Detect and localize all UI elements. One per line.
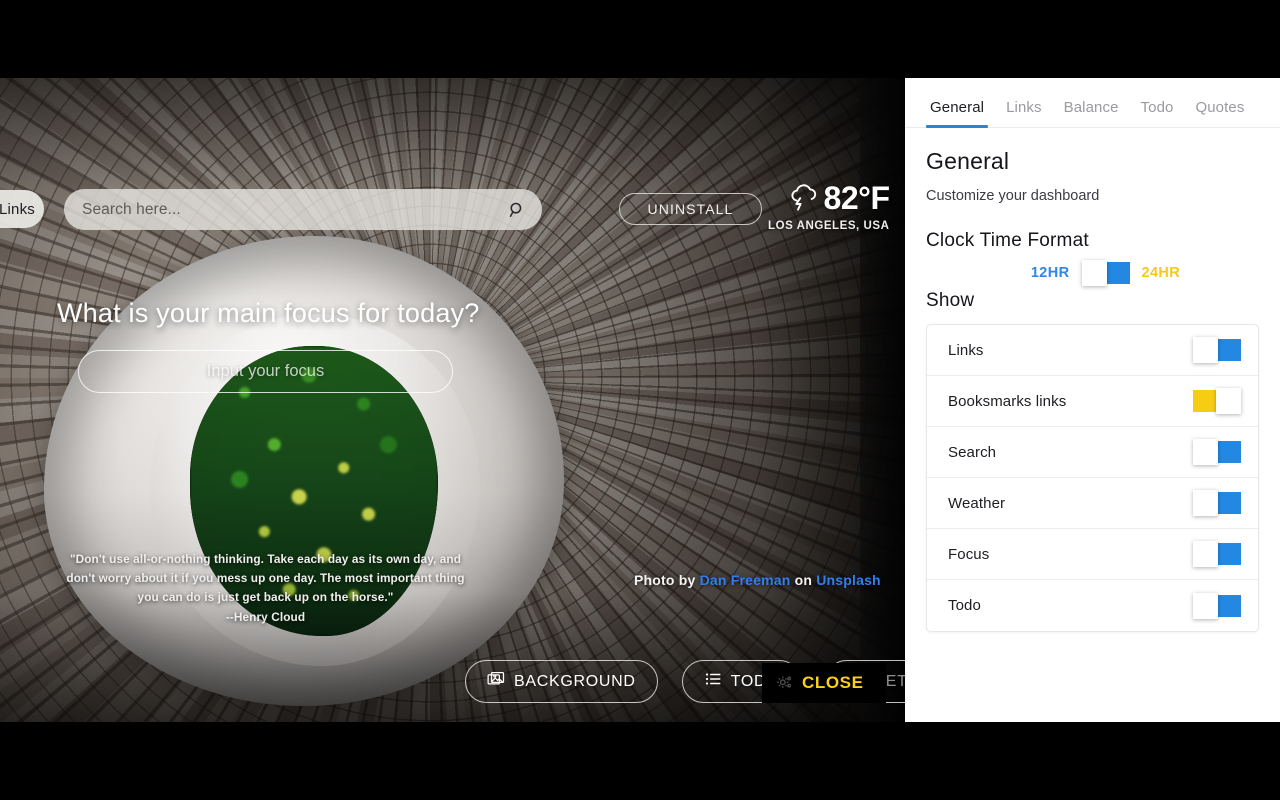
settings-panel-body: General Customize your dashboard Clock T… [905, 128, 1280, 632]
list-item[interactable]: Focus [927, 529, 1258, 580]
toggle-search[interactable] [1193, 439, 1241, 465]
toggle-knob [1193, 337, 1218, 363]
toggle-knob [1081, 260, 1107, 286]
bottom-letterbox [0, 722, 1280, 800]
background-button-label: BACKGROUND [514, 672, 636, 690]
show-toggles-list: Links Booksmarks links Search Weather Fo… [926, 324, 1259, 632]
background-button[interactable]: BACKGROUND [465, 660, 658, 703]
toggle-links[interactable] [1193, 337, 1241, 363]
quote-block: "Don't use all-or-nothing thinking. Take… [63, 550, 468, 627]
tab-general[interactable]: General [919, 99, 995, 128]
toggle-weather[interactable] [1193, 490, 1241, 516]
list-icon [704, 670, 722, 693]
toggle-fill [1215, 339, 1241, 361]
list-item[interactable]: Todo [927, 580, 1258, 631]
top-letterbox [0, 0, 1280, 78]
settings-tabs: General Links Balance Todo Quotes [905, 78, 1280, 128]
app-root: Links Search here... UNINSTALL 82°F LOS … [0, 0, 1280, 800]
toggle-fill [1215, 594, 1241, 617]
links-pill-label: Links [0, 200, 35, 218]
clock-12hr-label[interactable]: 12HR [1031, 265, 1070, 281]
gears-icon [776, 674, 794, 692]
toggle-bookmarks-links[interactable] [1193, 388, 1241, 414]
tab-general-label: General [930, 99, 985, 116]
toggle-focus[interactable] [1193, 541, 1241, 567]
page-subtitle: Customize your dashboard [926, 188, 1100, 204]
quote-text: "Don't use all-or-nothing thinking. Take… [66, 552, 465, 604]
weather-widget: 82°F LOS ANGELES, USA [768, 182, 890, 232]
focus-input[interactable]: Input your focus [78, 350, 453, 393]
weather-temperature: 82°F [823, 180, 890, 216]
search-bar[interactable]: Search here... [64, 189, 542, 230]
toggle-knob [1193, 592, 1218, 619]
toggle-fill [1215, 543, 1241, 565]
show-heading: Show [926, 290, 975, 311]
tab-quotes-label: Quotes [1195, 99, 1245, 116]
focus-input-placeholder: Input your focus [206, 362, 325, 380]
credit-prefix: Photo by [634, 572, 696, 588]
credit-middle: on [794, 572, 813, 588]
uninstall-button[interactable]: UNINSTALL [619, 193, 762, 225]
photo-credit: Photo by Dan Freeman on Unsplash [634, 572, 881, 588]
uninstall-label: UNINSTALL [647, 201, 734, 217]
toggle-knob [1193, 439, 1218, 465]
show-item-label-search: Search [948, 443, 997, 461]
unsplash-link[interactable]: Unsplash [816, 572, 881, 588]
toggle-knob [1193, 490, 1218, 516]
tab-todo-label: Todo [1140, 99, 1174, 116]
list-item[interactable]: Links [927, 325, 1258, 376]
show-item-label-weather: Weather [948, 494, 1006, 512]
list-item[interactable]: Search [927, 427, 1258, 478]
close-settings-overlay[interactable]: CLOSE [762, 663, 886, 703]
quote-author: --Henry Cloud [225, 610, 306, 624]
list-item[interactable]: Booksmarks links [927, 376, 1258, 427]
clock-format-row: 12HR 24HR [926, 260, 1259, 286]
weather-main-row: 82°F [786, 182, 890, 214]
tab-balance[interactable]: Balance [1053, 99, 1130, 127]
focus-section: What is your main focus for today? Input… [57, 298, 480, 393]
tab-balance-label: Balance [1063, 99, 1119, 116]
clock-24hr-label[interactable]: 24HR [1142, 265, 1181, 281]
clock-format-toggle[interactable] [1081, 260, 1130, 286]
show-item-label-links: Links [948, 341, 984, 359]
toggle-fill [1103, 262, 1130, 284]
tab-links[interactable]: Links [995, 99, 1053, 127]
images-stack-icon [487, 670, 505, 693]
toggle-knob [1193, 541, 1218, 567]
search-input[interactable]: Search here... [82, 201, 508, 219]
show-item-label-todo: Todo [948, 597, 981, 614]
weather-location: LOS ANGELES, USA [768, 220, 890, 232]
show-item-label-bookmarks: Booksmarks links [948, 392, 1067, 410]
tab-links-label: Links [1006, 99, 1042, 116]
toggle-knob [1216, 388, 1241, 414]
page-title: General [926, 148, 1010, 174]
close-overlay-label: CLOSE [802, 673, 864, 692]
toggle-fill [1215, 492, 1241, 514]
settings-panel: General Links Balance Todo Quotes Genera… [905, 78, 1280, 722]
photographer-link[interactable]: Dan Freeman [700, 572, 791, 588]
thunderstorm-cloud-icon [786, 183, 820, 213]
toggle-fill [1215, 441, 1241, 463]
focus-question: What is your main focus for today? [57, 298, 480, 328]
links-pill-button[interactable]: Links [0, 190, 44, 228]
list-item[interactable]: Weather [927, 478, 1258, 529]
tab-todo[interactable]: Todo [1130, 99, 1185, 127]
clock-format-heading: Clock Time Format [926, 230, 1089, 251]
search-icon[interactable] [508, 201, 526, 219]
tab-quotes[interactable]: Quotes [1184, 99, 1255, 127]
show-item-label-focus: Focus [948, 545, 990, 563]
toggle-todo[interactable] [1193, 592, 1241, 619]
